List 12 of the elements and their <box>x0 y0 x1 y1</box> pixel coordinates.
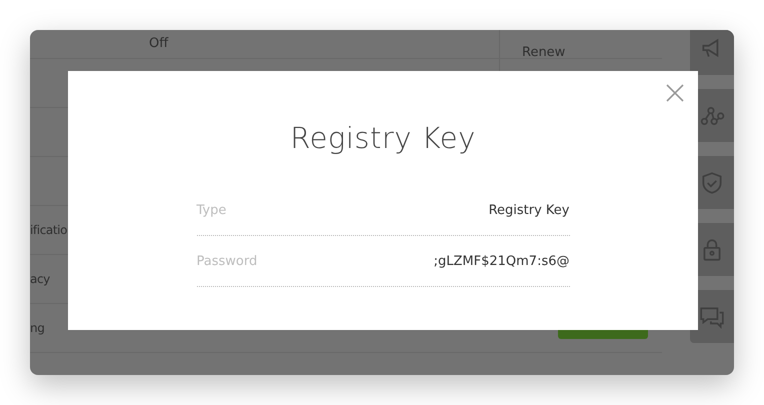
table-cell: ificatio <box>30 223 68 237</box>
renew-link[interactable]: Renew <box>522 44 566 60</box>
field-value: ;gLZMF$21Qm7:s6@ <box>434 254 570 268</box>
table-cell: ng <box>30 321 44 335</box>
status-text: Off <box>149 36 168 51</box>
field-label: Password <box>196 254 258 268</box>
sidebar-button[interactable] <box>690 30 734 75</box>
field-value: Registry Key <box>488 202 570 218</box>
field-label: Type <box>196 202 226 218</box>
dialog-title: Registry Key <box>290 121 476 155</box>
close-icon[interactable] <box>666 84 684 102</box>
table-cell: acy <box>30 272 50 286</box>
